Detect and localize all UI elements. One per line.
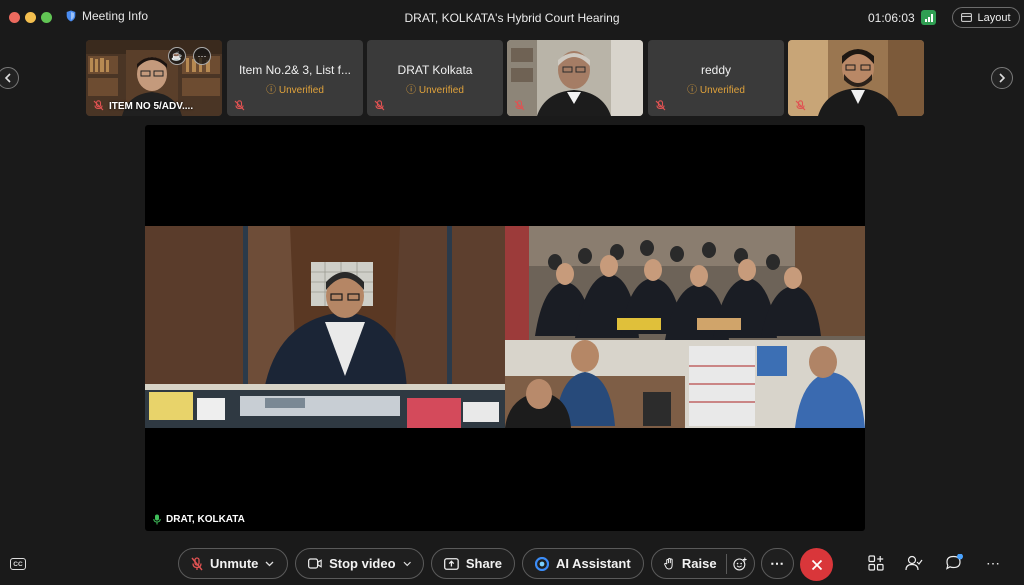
stop-video-label: Stop video [329, 556, 396, 571]
participant-name: Item No.2& 3, List f... [238, 63, 352, 77]
participant-tile[interactable]: DRAT Kolkata ⓘ Unverified [367, 40, 503, 116]
apps-button[interactable] [866, 553, 886, 573]
close-icon [811, 559, 822, 570]
speaker-name: DRAT, KOLKATA [166, 514, 245, 525]
participant-video [507, 40, 643, 116]
raise-hand-button[interactable]: Raise [651, 548, 755, 579]
stop-video-button[interactable]: Stop video [295, 548, 424, 579]
participants-button[interactable] [904, 553, 924, 573]
more-horizontal-icon: ⋯ [770, 555, 785, 571]
warning-icon: ⓘ [266, 85, 277, 96]
meeting-info-button[interactable]: Meeting Info [66, 9, 148, 23]
share-button[interactable]: Share [431, 548, 515, 579]
more-options-button[interactable]: ⋯ [761, 548, 794, 579]
muted-mic-icon [191, 556, 203, 570]
unverified-status: ⓘ Unverified [687, 85, 745, 96]
unverified-status: ⓘ Unverified [406, 85, 464, 96]
unmute-button[interactable]: Unmute [178, 548, 288, 579]
title-bar: Meeting Info DRAT, KOLKATA's Hybrid Cour… [0, 0, 1024, 36]
share-screen-icon [444, 557, 459, 570]
muted-mic-icon [795, 100, 806, 111]
participant-tile[interactable]: ☕ ⋯ ITEM NO 5/ADV.... [86, 40, 222, 116]
close-window-button[interactable] [9, 12, 20, 23]
muted-mic-icon [93, 100, 104, 111]
chat-button[interactable] [944, 553, 964, 573]
ai-assistant-button[interactable]: AI Assistant [522, 548, 644, 579]
participants-icon [905, 555, 923, 571]
participant-tile[interactable] [788, 40, 924, 116]
closed-captions-icon[interactable]: CC [10, 558, 26, 570]
unverified-status: ⓘ Unverified [266, 85, 324, 96]
shield-icon [66, 10, 76, 22]
chat-icon [946, 554, 963, 570]
toolbar-divider [725, 553, 727, 574]
reaction-icon[interactable]: ☕ [168, 47, 186, 65]
participant-name: DRAT Kolkata [397, 63, 473, 77]
muted-mic-icon [234, 100, 245, 111]
meeting-toolbar: CC Unmute Stop video Share AI Assistant [0, 545, 1024, 585]
network-signal-icon[interactable] [921, 10, 936, 25]
judge-camera-feed [145, 226, 505, 428]
participant-tile[interactable]: reddy ⓘ Unverified [648, 40, 784, 116]
apps-grid-icon [868, 555, 884, 571]
warning-icon: ⓘ [406, 85, 417, 96]
chevron-right-icon [999, 73, 1006, 83]
more-options-icon[interactable]: ⋯ [193, 47, 211, 65]
layout-button[interactable]: Layout [952, 7, 1020, 28]
overflow-menu-button[interactable]: ⋯ [983, 553, 1003, 573]
strip-prev-button[interactable] [0, 67, 19, 89]
end-call-button[interactable] [800, 548, 833, 581]
video-camera-icon [308, 558, 322, 569]
ai-assistant-icon [535, 556, 549, 571]
muted-mic-icon [374, 100, 385, 111]
participant-name: reddy [700, 63, 732, 77]
chevron-down-icon[interactable] [403, 561, 411, 567]
strip-next-button[interactable] [991, 67, 1013, 89]
share-label: Share [465, 556, 502, 571]
ai-assistant-label: AI Assistant [556, 556, 631, 571]
meeting-info-label: Meeting Info [82, 9, 149, 23]
zoom-window-button[interactable] [41, 12, 52, 23]
muted-mic-icon [655, 100, 666, 111]
participant-tile[interactable] [507, 40, 643, 116]
mic-active-icon [153, 514, 161, 525]
reactions-icon[interactable] [733, 556, 748, 572]
participant-video [788, 40, 924, 116]
unmute-label: Unmute [210, 556, 259, 571]
minimize-window-button[interactable] [25, 12, 36, 23]
more-horizontal-icon: ⋯ [986, 554, 1000, 571]
layout-grid-icon [961, 13, 973, 22]
chevron-down-icon[interactable] [265, 561, 274, 567]
raise-label: Raise [681, 556, 717, 571]
layout-label: Layout [977, 11, 1011, 24]
raise-hand-icon [664, 557, 673, 569]
main-video-stage[interactable]: DRAT, KOLKATA [145, 125, 865, 531]
participant-tile[interactable]: Item No.2& 3, List f... ⓘ Unverified [227, 40, 363, 116]
chevron-left-icon [4, 73, 11, 83]
participant-name: ITEM NO 5/ADV.... [109, 101, 194, 112]
muted-mic-icon [514, 100, 525, 111]
active-speaker-label: DRAT, KOLKATA [153, 514, 245, 525]
warning-icon: ⓘ [687, 85, 698, 96]
meeting-timer: 01:06:03 [868, 11, 915, 25]
courtroom-camera-feed [505, 226, 865, 428]
